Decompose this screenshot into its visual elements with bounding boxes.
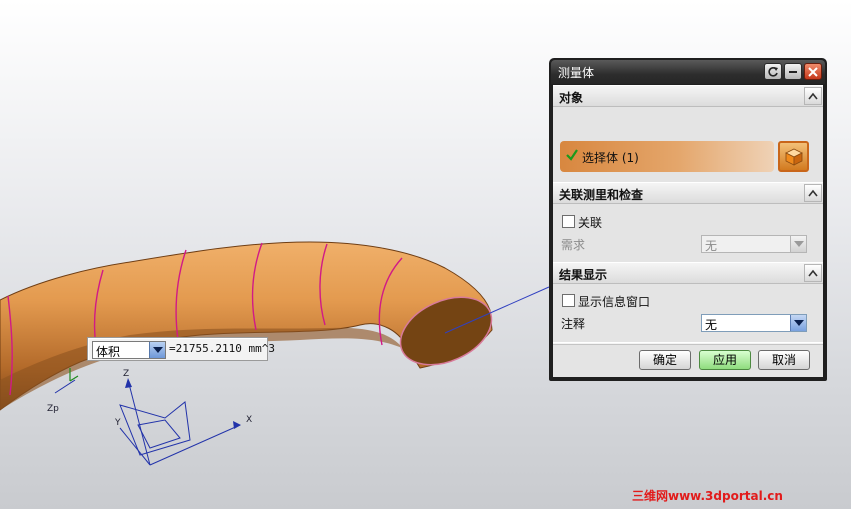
chevron-up-icon: [808, 269, 818, 277]
measure-body-dialog: 测量体 对象 选择体 (1) 关联测里和检查 关联 需求 无 结果显示 显示信息…: [549, 58, 827, 381]
axis-label-x: X: [246, 415, 252, 425]
watermark: 三维网www.3dportal.cn: [632, 489, 783, 503]
select-body-label: 选择体 (1): [582, 151, 639, 165]
section-object-toggle[interactable]: [804, 87, 822, 105]
axis-label-y: Y: [114, 418, 121, 428]
measure-readout: 体积 =21755.2110 mm^3: [87, 337, 275, 361]
collapse-button[interactable]: [784, 63, 802, 80]
close-button[interactable]: [804, 63, 822, 80]
associative-checkbox[interactable]: [562, 215, 575, 228]
dialog-title: 测量体: [558, 66, 595, 80]
select-body-button[interactable]: [778, 141, 809, 172]
show-info-window-checkbox[interactable]: [562, 294, 575, 307]
chevron-down-icon[interactable]: [149, 342, 165, 358]
chevron-up-icon: [808, 92, 818, 100]
ok-button[interactable]: 确定: [639, 350, 691, 370]
section-assoc-header[interactable]: 关联测里和检查: [553, 182, 823, 204]
chevron-up-icon: [808, 189, 818, 197]
solid-body-icon: [785, 148, 803, 166]
section-result-toggle[interactable]: [804, 264, 822, 282]
section-object-header[interactable]: 对象: [553, 85, 823, 107]
axis-label-z: Z: [123, 369, 129, 379]
require-label: 需求: [561, 238, 586, 252]
annotation-value: 无: [705, 318, 718, 332]
close-icon: [808, 67, 818, 77]
section-result-label: 结果显示: [559, 268, 608, 282]
annotation-label: 注释: [561, 317, 586, 331]
annotation-select[interactable]: 无: [701, 314, 807, 332]
dialog-footer: 确定 应用 取消: [553, 344, 823, 377]
measure-value: =21755.2110 mm^3: [169, 342, 275, 355]
section-object-label: 对象: [559, 91, 584, 105]
axis-label-zp: Zp: [47, 404, 59, 414]
apply-button[interactable]: 应用: [699, 350, 751, 370]
chevron-down-icon[interactable]: [790, 315, 806, 331]
reset-icon: [768, 67, 778, 77]
section-assoc-label: 关联测里和检查: [559, 188, 644, 202]
check-icon: [566, 149, 578, 161]
require-value: 无: [705, 239, 718, 253]
dialog-titlebar[interactable]: 测量体: [551, 60, 825, 84]
associative-label: 关联: [578, 216, 603, 230]
require-select[interactable]: 无: [701, 235, 807, 253]
section-assoc-toggle[interactable]: [804, 184, 822, 202]
reset-button[interactable]: [764, 63, 782, 80]
section-result-header[interactable]: 结果显示: [553, 262, 823, 284]
measure-type-value: 体积: [96, 345, 121, 359]
measure-type-select[interactable]: 体积: [92, 341, 166, 359]
show-info-window-label: 显示信息窗口: [578, 295, 651, 309]
dialog-body: 对象 选择体 (1) 关联测里和检查 关联 需求 无 结果显示 显示信息窗口 注…: [553, 85, 823, 377]
select-body-bar[interactable]: 选择体 (1): [560, 141, 774, 172]
minimize-icon: [789, 71, 797, 73]
chevron-down-icon[interactable]: [790, 236, 806, 252]
cancel-button[interactable]: 取消: [758, 350, 810, 370]
csys-triad: [54, 379, 241, 466]
